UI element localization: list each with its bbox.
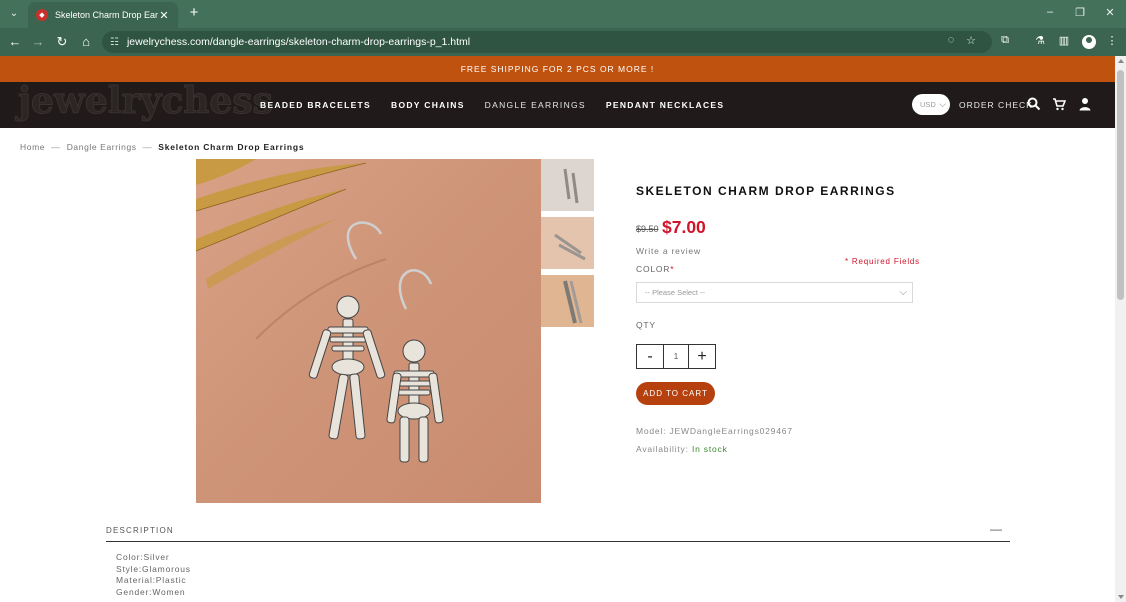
description-title: DESCRIPTION [106,526,174,535]
color-select-placeholder: -- Please Select -- [645,288,706,297]
product-main-image[interactable] [196,159,541,503]
nav-dangle-earrings[interactable]: DANGLE EARRINGS [485,100,586,110]
account-icon[interactable] [1078,97,1092,111]
main-nav: BEADED BRACELETS BODY CHAINS DANGLE EARR… [260,100,724,110]
description-line: Style:Glamorous [116,563,191,574]
nav-pendant-necklaces[interactable]: PENDANT NECKLACES [606,100,724,110]
browser-toolbar: ← → ↻ ⌂ ☷ jewelrychess.com/dangle-earrin… [0,28,1126,56]
model-label: Model: [636,426,670,436]
availability-info: Availability: In stock [636,444,728,454]
new-tab-button[interactable]: + [186,5,202,21]
thumbnail-1[interactable] [541,159,594,211]
availability-value: In stock [691,444,728,454]
more-menu-icon[interactable]: ⋮ [1104,34,1120,47]
chevron-down-icon: ⌵ [899,287,907,298]
scroll-down-icon[interactable] [1118,595,1124,599]
breadcrumb-category[interactable]: Dangle Earrings [67,142,137,152]
browser-tab-strip: ⌄ ◆ Skeleton Charm Drop Earrings ✕ + – ❐… [0,0,1126,28]
thumbnail-strip [541,159,594,333]
profile-avatar-icon[interactable] [1082,35,1096,49]
add-to-cart-button[interactable]: ADD TO CART [636,382,715,405]
bookmark-star-icon[interactable]: ☆ [963,34,979,47]
nav-beaded-bracelets[interactable]: BEADED BRACELETS [260,100,371,110]
write-review-link[interactable]: Write a review [636,246,701,256]
scroll-up-icon[interactable] [1118,59,1124,63]
model-info: Model: JEWDangleEarrings029467 [636,426,793,436]
breadcrumb-current: Skeleton Charm Drop Earrings [158,142,305,152]
breadcrumb-separator-icon: — [51,142,61,152]
page-scrollbar[interactable] [1115,56,1126,602]
description-header[interactable]: DESCRIPTION — [106,522,1010,542]
forward-button-icon[interactable]: → [30,34,46,50]
description-list: Color:Silver Style:Glamorous Material:Pl… [116,552,191,598]
eye-off-icon[interactable]: ◌ [943,34,959,46]
chevron-down-icon: ⌵ [939,99,946,109]
page-viewport: FREE SHIPPING FOR 2 PCS OR MORE ! jewelr… [0,56,1115,602]
minimize-window-icon[interactable]: – [1043,6,1057,18]
url-text: jewelrychess.com/dangle-earrings/skeleto… [126,36,471,48]
color-select[interactable]: -- Please Select -- ⌵ [636,282,913,303]
qty-label: QTY [636,320,656,330]
description-line: Material:Plastic [116,575,187,585]
availability-label: Availability: [636,444,692,454]
scrollbar-thumb[interactable] [1117,70,1124,300]
currency-value: USD [920,100,936,109]
product-title: SKELETON CHARM DROP EARRINGS [636,184,896,198]
qty-increase-button[interactable]: + [689,345,715,368]
required-asterisk: * [670,264,675,274]
tab-close-icon[interactable]: ✕ [158,9,170,22]
side-panel-icon[interactable]: ▥ [1056,34,1072,47]
thumbnail-image [541,159,594,211]
breadcrumb: Home — Dangle Earrings — Skeleton Charm … [20,142,304,152]
nav-body-chains[interactable]: BODY CHAINS [391,100,465,110]
address-bar[interactable]: ☷ jewelrychess.com/dangle-earrings/skele… [102,31,992,53]
tab-search-button[interactable]: ⌄ [5,5,23,23]
restore-window-icon[interactable]: ❐ [1073,6,1087,19]
browser-tab[interactable]: ◆ Skeleton Charm Drop Earrings ✕ [28,2,178,28]
thumbnail-image [541,217,594,269]
site-header: jewelrychess BEADED BRACELETS BODY CHAIN… [0,80,1115,128]
home-button-icon[interactable]: ⌂ [78,34,94,50]
description-line: Gender:Women [116,586,186,597]
description-line: Color:Silver [116,552,170,562]
back-button-icon[interactable]: ← [7,34,23,50]
close-window-icon[interactable]: ✕ [1103,6,1117,19]
currency-select[interactable]: USD ⌵ [912,94,950,115]
skeleton-earrings-photo [196,159,444,463]
tab-title: Skeleton Charm Drop Earrings [55,10,158,20]
order-check-link[interactable]: ORDER CHECK [959,100,1033,110]
site-logo[interactable]: jewelrychess [18,80,274,123]
color-label-text: COLOR [636,264,671,274]
qty-input[interactable]: 1 [663,345,689,368]
promo-banner: FREE SHIPPING FOR 2 PCS OR MORE ! [0,56,1115,82]
reload-button-icon[interactable]: ↻ [54,34,70,50]
extensions-icon[interactable]: ⧉ [997,34,1013,47]
thumbnail-2[interactable] [541,217,594,269]
collapse-icon[interactable]: — [990,522,1002,536]
color-label: COLOR* [636,264,674,274]
thumbnail-image [541,275,594,327]
old-price: $9.50 [636,224,659,234]
breadcrumb-separator-icon: — [142,142,153,152]
site-info-icon[interactable]: ☷ [110,37,119,48]
sale-price: $7.00 [662,217,706,237]
required-fields-note: * Required Fields [845,257,920,266]
qty-decrease-button[interactable]: - [637,345,663,368]
quantity-stepper: - 1 + [636,344,716,369]
flask-icon[interactable]: ⚗ [1032,34,1048,47]
breadcrumb-home[interactable]: Home [20,142,45,152]
search-icon[interactable] [1027,97,1041,111]
cart-icon[interactable] [1052,97,1066,111]
model-value: JEWDangleEarrings029467 [669,426,793,436]
site-favicon-icon: ◆ [36,9,48,21]
thumbnail-3[interactable] [541,275,594,327]
